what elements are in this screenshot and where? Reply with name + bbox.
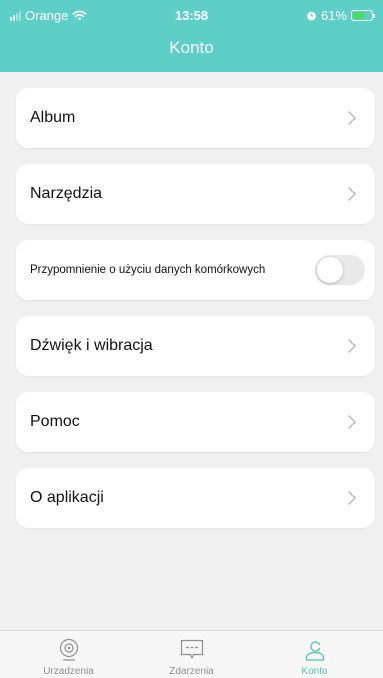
tools-label: Narzędzia — [30, 185, 103, 202]
battery-icon — [351, 10, 375, 21]
album-item[interactable]: Album — [16, 88, 375, 148]
app: Orange 13:58 61% Konto Album Narzędzia P… — [0, 0, 383, 678]
chevron-right-icon — [348, 111, 356, 125]
tab-account[interactable]: Konto — [251, 631, 378, 678]
person-icon — [305, 641, 324, 661]
battery-percent: 61% — [320, 8, 347, 23]
page-title: Konto — [169, 38, 214, 57]
message-icon — [180, 639, 203, 659]
status-right: 61% — [306, 8, 375, 23]
about-item[interactable]: O aplikacji — [16, 468, 375, 528]
tab-bar: Urzadzenia Zdarzenia Konto — [0, 630, 383, 678]
chevron-right-icon — [348, 339, 356, 353]
sound-vibration-label: Dźwięk i wibracja — [30, 337, 153, 354]
data-reminder-item: Przypomnienie o użyciu danych komórkowyc… — [16, 240, 375, 300]
toggle-knob — [317, 257, 343, 283]
battery-fill — [353, 12, 364, 19]
data-reminder-label: Przypomnienie o użyciu danych komórkowyc… — [30, 264, 266, 276]
album-label: Album — [30, 109, 76, 126]
camera-icon — [59, 638, 78, 661]
tab-events-label: Zdarzenia — [169, 666, 214, 677]
tab-devices-label: Urzadzenia — [43, 666, 94, 677]
tools-item[interactable]: Narzędzia — [16, 164, 375, 224]
data-reminder-toggle[interactable] — [315, 255, 365, 285]
alarm-icon — [307, 11, 316, 21]
status-bar: Orange 13:58 61% — [0, 0, 383, 28]
help-item[interactable]: Pomoc — [16, 392, 375, 452]
chevron-right-icon — [348, 187, 356, 201]
sound-vibration-item[interactable]: Dźwięk i wibracja — [16, 316, 375, 376]
help-label: Pomoc — [30, 413, 80, 430]
chevron-right-icon — [348, 491, 356, 505]
tab-account-label: Konto — [301, 666, 328, 677]
header: Orange 13:58 61% Konto — [0, 0, 383, 72]
about-label: O aplikacji — [30, 489, 104, 506]
tab-devices[interactable]: Urzadzenia — [5, 631, 132, 678]
tab-events[interactable]: Zdarzenia — [128, 631, 255, 678]
chevron-right-icon — [348, 415, 356, 429]
